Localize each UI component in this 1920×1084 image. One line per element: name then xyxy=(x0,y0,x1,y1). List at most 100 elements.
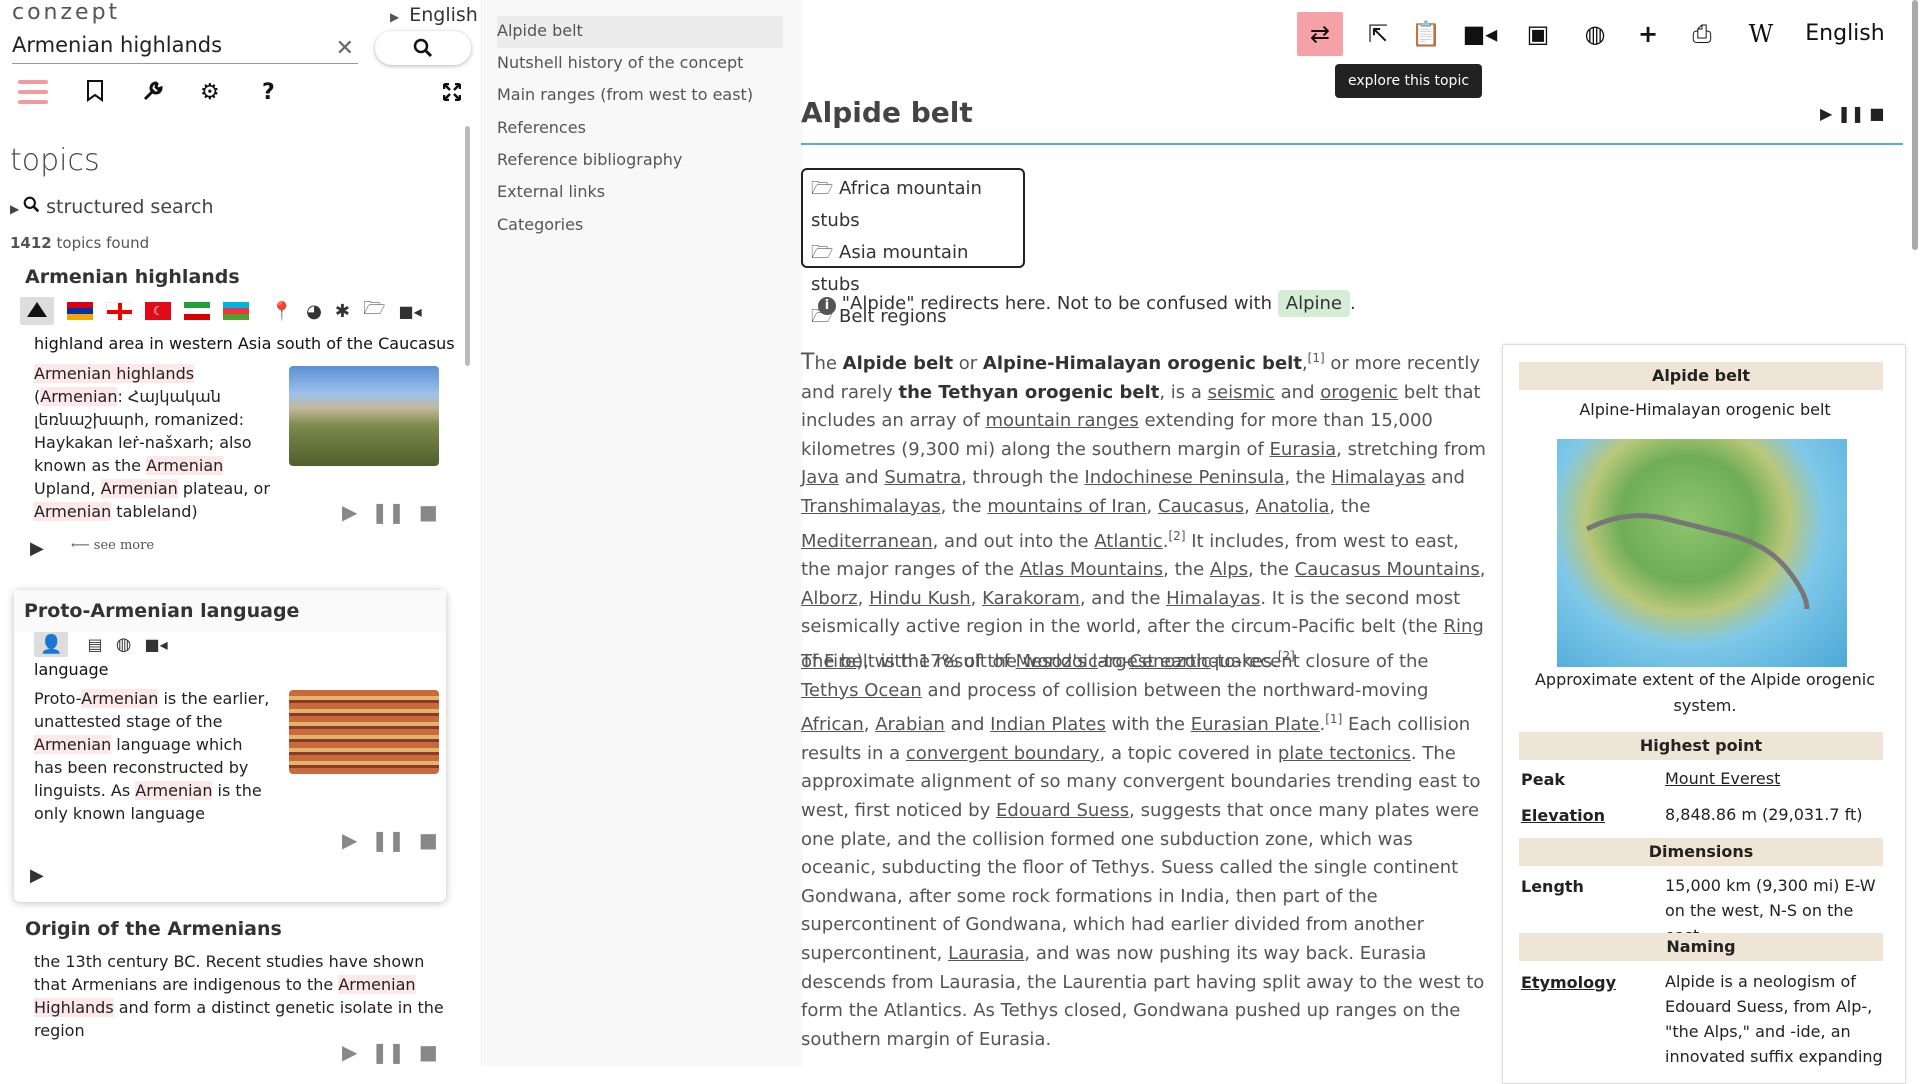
infobox-label-link[interactable]: Elevation xyxy=(1521,806,1605,825)
topic-thumbnail[interactable] xyxy=(289,690,439,774)
person-icon[interactable]: 👤 xyxy=(34,632,69,657)
gear-icon[interactable]: ⚙ xyxy=(200,80,220,105)
toc-item[interactable]: Reference bibliography xyxy=(497,150,682,169)
structured-search-toggle[interactable]: ▶ structured search xyxy=(10,196,214,218)
search-box: ✕ xyxy=(12,30,358,64)
stop-icon[interactable]: ■ xyxy=(419,500,438,524)
bookmark-icon[interactable] xyxy=(86,80,104,102)
library-icon[interactable]: ◍ xyxy=(1572,12,1618,56)
video-icon[interactable]: ■◂ xyxy=(1457,12,1503,56)
results-count: 1412 topics found xyxy=(10,234,150,252)
infobox-subtitle: Alpine-Himalayan orogenic belt xyxy=(1579,400,1831,419)
infobox-label-link[interactable]: Etymology xyxy=(1521,973,1616,992)
article-title: Alpide belt xyxy=(801,96,973,129)
topic-title[interactable]: Proto-Armenian language xyxy=(14,590,446,632)
toc-item[interactable]: Nutshell history of the concept xyxy=(497,53,743,72)
print-icon[interactable]: ⎙ xyxy=(1679,12,1725,56)
add-icon[interactable]: + xyxy=(1625,12,1671,56)
pause-icon[interactable]: ❚❚ xyxy=(1837,104,1864,123)
toc-item[interactable]: External links xyxy=(497,182,605,201)
info-icon: i xyxy=(818,297,836,315)
infobox-value: Alpide is a neologism of Edouard Suess, … xyxy=(1665,972,1883,1066)
search-icon xyxy=(413,38,433,58)
toc-item[interactable]: Categories xyxy=(497,215,583,234)
topics-sidebar: conzept ▶English ✕ ⚙ ? topics ▶ structur… xyxy=(0,0,482,1066)
category-box: 🗁 Africa mountain stubs 🗁 Asia mountain … xyxy=(801,168,1025,327)
play-icon[interactable]: ▶ xyxy=(30,865,44,886)
topic-extract: the 13th century BC. Recent studies have… xyxy=(34,952,444,1040)
images-icon[interactable]: ▣ xyxy=(1515,12,1561,56)
article-paragraph: The Alpide belt or Alpine-Himalayan orog… xyxy=(801,350,1486,672)
azerbaijan-flag-icon[interactable] xyxy=(223,302,250,320)
topic-extract: Armenian highlands (Armenian: Հայկական լ… xyxy=(34,364,270,521)
topic-card: Proto-Armenian language 👤 ▤ ◍ ■◂ languag… xyxy=(14,590,446,902)
mountain-icon[interactable] xyxy=(20,297,54,325)
video-icon[interactable]: ■◂ xyxy=(145,635,168,654)
title-divider xyxy=(801,143,1903,145)
georgia-flag-icon[interactable] xyxy=(106,302,133,320)
stop-icon[interactable]: ■ xyxy=(419,1040,438,1064)
help-icon[interactable]: ? xyxy=(262,80,275,105)
audio-controls: ▶ ❚❚ ■ xyxy=(1820,104,1884,123)
language-selector[interactable]: English xyxy=(1800,12,1890,56)
sidebar-toolbar: ⚙ ? xyxy=(0,80,481,110)
toc-item[interactable]: Main ranges (from west to east) xyxy=(497,85,753,104)
map-image[interactable] xyxy=(1557,439,1847,667)
play-icon[interactable]: ▶ xyxy=(342,828,357,852)
topic-description: language xyxy=(34,660,109,679)
audio-controls: ▶ ❚❚ ■ xyxy=(342,500,452,524)
pause-icon[interactable]: ❚❚ xyxy=(371,1040,405,1064)
audio-controls: ▶ ❚❚ ■ xyxy=(342,828,452,852)
search-input[interactable] xyxy=(12,30,322,60)
pause-icon[interactable]: ❚❚ xyxy=(371,828,405,852)
library-icon[interactable]: ◍ xyxy=(116,634,132,655)
play-icon[interactable]: ▶ xyxy=(1820,104,1832,123)
iran-flag-icon[interactable] xyxy=(184,302,211,320)
wrench-icon[interactable] xyxy=(142,80,164,102)
expand-icon[interactable] xyxy=(443,83,461,101)
play-icon[interactable]: ▶ xyxy=(30,538,44,559)
language-selector[interactable]: ▶ English xyxy=(390,4,478,26)
triangle-right-icon: ▶ xyxy=(390,10,400,24)
folder-icon: 🗁 xyxy=(811,242,840,263)
wikipedia-icon[interactable]: W xyxy=(1738,12,1784,56)
sidebar-scrollbar[interactable] xyxy=(465,126,470,366)
category-link[interactable]: 🗁 Asia mountain stubs xyxy=(811,237,1015,301)
turkey-flag-icon[interactable]: ☾ xyxy=(145,302,172,320)
toc-item[interactable]: References xyxy=(497,118,586,137)
toc-item[interactable]: Alpide belt xyxy=(497,21,583,40)
infobox-value-link[interactable]: Mount Everest xyxy=(1665,766,1885,791)
explore-topic-icon[interactable]: ⇄ xyxy=(1297,12,1343,56)
video-icon[interactable]: ■◂ xyxy=(399,302,422,321)
category-link[interactable]: 🗁 Africa mountain stubs xyxy=(811,173,1015,237)
globe-icon[interactable]: ◕ xyxy=(306,301,322,322)
main-scrollbar[interactable] xyxy=(1912,0,1918,250)
arrow-left-icon: ⟵ xyxy=(71,538,94,553)
app-logo[interactable]: conzept xyxy=(12,0,120,25)
topic-thumbnail[interactable] xyxy=(289,366,439,466)
folder-icon: 🗁 xyxy=(811,178,840,199)
infobox-label: Length xyxy=(1521,877,1584,896)
infobox-section-header: Highest point xyxy=(1519,732,1883,760)
armenia-flag-icon[interactable] xyxy=(67,302,94,320)
search-button[interactable] xyxy=(375,31,471,65)
menu-icon[interactable] xyxy=(18,80,48,110)
clipboard-icon[interactable]: 📋 xyxy=(1403,12,1449,56)
topic-title[interactable]: Armenian highlands xyxy=(14,260,446,294)
play-icon[interactable]: ▶ xyxy=(342,1040,357,1064)
newspaper-icon[interactable]: ▤ xyxy=(88,635,103,654)
external-link-icon[interactable]: ⇱ xyxy=(1355,12,1401,56)
pause-icon[interactable]: ❚❚ xyxy=(371,500,405,524)
clear-search-icon[interactable]: ✕ xyxy=(336,36,354,61)
topic-extract: Proto-Armenian is the earlier, unatteste… xyxy=(34,689,270,823)
topic-title[interactable]: Origin of the Armenians xyxy=(14,912,446,946)
alpine-link[interactable]: Alpine xyxy=(1277,290,1350,317)
folder-icon[interactable]: 🗁 xyxy=(363,296,385,326)
stop-icon[interactable]: ■ xyxy=(419,828,438,852)
search-icon xyxy=(23,196,40,213)
play-icon[interactable]: ▶ xyxy=(342,500,357,524)
virus-icon[interactable]: ✱ xyxy=(335,301,350,322)
stop-icon[interactable]: ■ xyxy=(1869,104,1884,123)
see-more-link[interactable]: ⟵ see more xyxy=(71,538,154,553)
location-pin-icon[interactable]: 📍 xyxy=(271,301,293,322)
